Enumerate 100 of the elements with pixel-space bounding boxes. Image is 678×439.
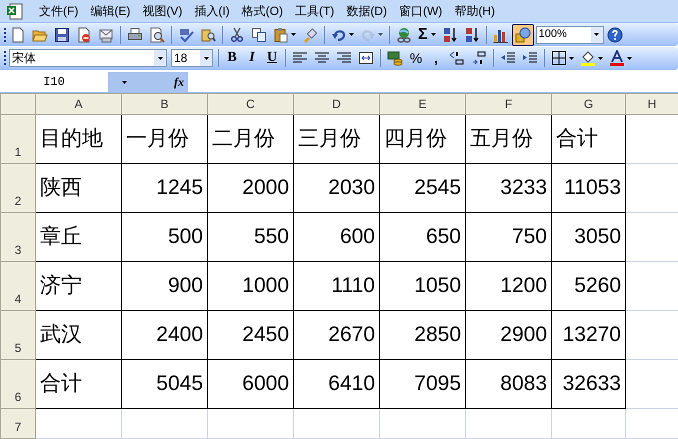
table-cell: 2030 bbox=[294, 164, 380, 213]
row-header[interactable]: 2 bbox=[0, 164, 36, 213]
name-box[interactable]: I10 bbox=[0, 72, 140, 92]
column-header[interactable]: F bbox=[466, 94, 552, 115]
copy-icon bbox=[251, 26, 267, 43]
caret-icon bbox=[430, 33, 436, 36]
font-color-icon bbox=[609, 50, 625, 66]
sort-descending-icon bbox=[464, 26, 480, 43]
table-cell: 武汉 bbox=[36, 310, 122, 360]
header-cell: 三月份 bbox=[294, 114, 380, 164]
table-cell: 550 bbox=[208, 212, 294, 262]
table-cell: 2400 bbox=[122, 310, 208, 360]
caret-icon bbox=[122, 80, 126, 84]
help-icon bbox=[606, 26, 623, 43]
column-header[interactable]: C bbox=[208, 94, 294, 115]
caret-icon bbox=[598, 56, 603, 60]
merge-cells-icon bbox=[358, 50, 374, 66]
table-cell: 5045 bbox=[122, 360, 208, 409]
menu-item[interactable]: 插入(I) bbox=[188, 0, 236, 22]
bold-button[interactable]: B bbox=[222, 47, 242, 70]
sort-ascending-icon bbox=[442, 26, 458, 43]
table-cell: 2450 bbox=[208, 310, 294, 360]
autosum-button[interactable]: Σ bbox=[415, 24, 439, 46]
table-cell: 6000 bbox=[208, 360, 294, 409]
underline-button[interactable]: U bbox=[262, 47, 282, 70]
toolbar-grip-icon bbox=[3, 26, 7, 44]
document-stop-icon bbox=[76, 26, 92, 43]
caret-icon bbox=[569, 56, 574, 60]
table-cell: 合计 bbox=[36, 360, 122, 409]
caret-icon bbox=[378, 33, 383, 36]
menu-item[interactable]: 工具(T) bbox=[288, 0, 340, 22]
paintbrush-icon bbox=[302, 26, 318, 43]
table-cell: 2670 bbox=[294, 310, 380, 360]
research-book-icon bbox=[200, 26, 216, 43]
scissors-icon bbox=[229, 26, 245, 43]
header-cell: 一月份 bbox=[122, 114, 208, 164]
menu-item[interactable]: 格式(O) bbox=[236, 0, 289, 22]
table-cell: 750 bbox=[466, 212, 552, 262]
header-cell: 五月份 bbox=[466, 114, 552, 164]
caret-icon bbox=[594, 33, 600, 36]
increase-decimal-icon bbox=[449, 50, 465, 66]
percent-button[interactable]: % bbox=[406, 47, 426, 70]
menu-item[interactable]: 视图(V) bbox=[136, 0, 188, 22]
menu-item[interactable]: 帮助(H) bbox=[448, 0, 501, 22]
table-cell: 1050 bbox=[380, 262, 466, 311]
italic-button[interactable]: I bbox=[242, 47, 262, 70]
header-cell: 四月份 bbox=[380, 114, 466, 164]
row-header[interactable]: 7 bbox=[0, 408, 36, 439]
column-header[interactable]: B bbox=[122, 94, 208, 115]
table-cell: 2900 bbox=[466, 310, 552, 360]
caret-icon bbox=[204, 56, 208, 60]
table-cell: 1110 bbox=[294, 262, 380, 311]
header-cell: 目的地 bbox=[36, 114, 122, 164]
caret-icon bbox=[158, 56, 162, 60]
spell-check-icon bbox=[178, 26, 194, 43]
table-cell: 32633 bbox=[552, 360, 626, 409]
drawing-shapes-button[interactable] bbox=[512, 24, 534, 46]
table-cell: 2000 bbox=[208, 164, 294, 213]
print-preview-icon bbox=[149, 26, 165, 43]
table-cell: 1000 bbox=[208, 262, 294, 311]
row-header[interactable]: 6 bbox=[0, 360, 36, 409]
menu-item[interactable]: 窗口(W) bbox=[392, 0, 448, 22]
row-header[interactable]: 5 bbox=[0, 310, 36, 360]
insert-function-button[interactable]: fx bbox=[174, 76, 184, 88]
table-cell: 3233 bbox=[466, 164, 552, 213]
menu-item[interactable]: 编辑(E) bbox=[84, 0, 136, 22]
drawing-shapes-icon bbox=[514, 26, 531, 43]
table-cell: 5260 bbox=[552, 262, 626, 311]
table-cell: 6410 bbox=[294, 360, 380, 409]
table-cell: 8083 bbox=[466, 360, 552, 409]
mail-document-icon bbox=[98, 26, 114, 43]
table-cell: 济宁 bbox=[36, 262, 122, 311]
header-cell: 合计 bbox=[552, 114, 626, 164]
table-cell: 13270 bbox=[552, 310, 626, 360]
column-header[interactable]: E bbox=[380, 94, 466, 115]
font-dropdown[interactable]: 宋体 bbox=[9, 49, 167, 68]
table-cell: 1200 bbox=[466, 262, 552, 311]
comma-style-button[interactable]: , bbox=[426, 47, 446, 70]
column-header[interactable]: D bbox=[294, 94, 380, 115]
row-header[interactable]: 4 bbox=[0, 262, 36, 311]
table-cell: 1245 bbox=[122, 164, 208, 213]
table-cell: 500 bbox=[122, 212, 208, 262]
column-header[interactable]: H bbox=[626, 94, 678, 115]
globe-link-icon bbox=[396, 26, 412, 43]
column-header[interactable]: G bbox=[552, 94, 626, 115]
menu-item[interactable]: 文件(F) bbox=[33, 0, 84, 22]
menu-item[interactable]: 数据(D) bbox=[340, 0, 393, 22]
table-cell: 2850 bbox=[380, 310, 466, 360]
row-header[interactable]: 3 bbox=[0, 212, 36, 262]
caret-icon bbox=[627, 56, 632, 60]
row-header[interactable]: 1 bbox=[0, 114, 36, 164]
currency-icon bbox=[387, 50, 403, 66]
zoom-dropdown[interactable]: 100% bbox=[536, 26, 604, 44]
table-cell: 11053 bbox=[552, 164, 626, 213]
fill-bucket-icon bbox=[580, 50, 596, 66]
decrease-decimal-icon bbox=[471, 50, 487, 66]
table-cell: 900 bbox=[122, 262, 208, 311]
column-header[interactable]: A bbox=[36, 94, 122, 115]
clipboard-icon bbox=[273, 26, 289, 43]
font-size-dropdown[interactable]: 18 bbox=[171, 49, 213, 68]
